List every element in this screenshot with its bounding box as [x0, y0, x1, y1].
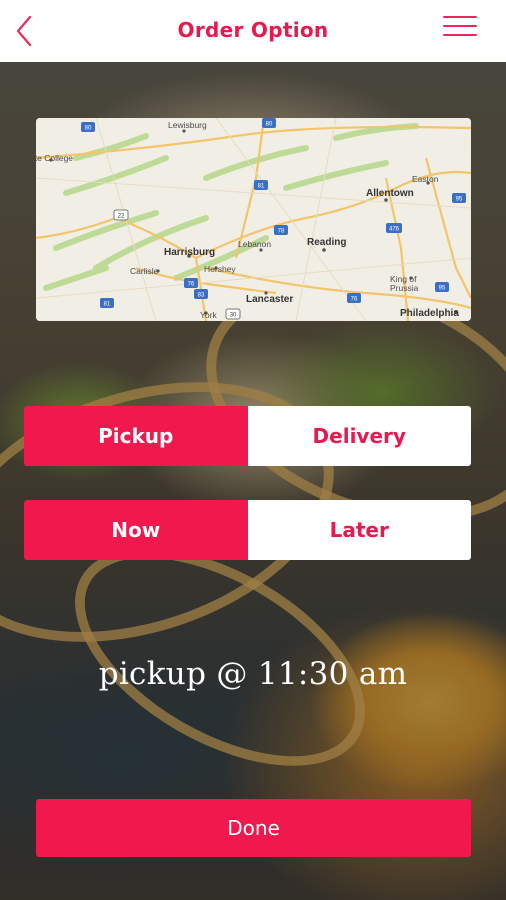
svg-text:76: 76: [351, 297, 358, 303]
svg-text:476: 476: [389, 227, 400, 233]
map-label: King of Prussia: [390, 274, 419, 293]
svg-text:81: 81: [258, 184, 265, 190]
map-label: Carlisle: [130, 266, 159, 276]
svg-text:80: 80: [85, 126, 92, 132]
map-label: Lewisburg: [168, 120, 207, 130]
now-option[interactable]: Now: [24, 500, 248, 560]
location-map[interactable]: 80 80 81 22 78 476 76 81 83 76 30 95 95: [36, 118, 471, 321]
delivery-option[interactable]: Delivery: [247, 406, 471, 466]
order-type-toggle: Pickup Delivery: [24, 406, 471, 466]
map-label: State College: [36, 153, 74, 163]
map-label: Harrisburg: [164, 247, 216, 258]
pickup-option[interactable]: Pickup: [24, 406, 248, 466]
svg-text:83: 83: [198, 293, 205, 299]
top-bar: Order Option: [0, 0, 506, 62]
page-title: Order Option: [177, 18, 329, 42]
svg-text:76: 76: [188, 282, 195, 288]
map-label: Hershey: [204, 264, 236, 274]
map-label: Lebanon: [238, 239, 272, 249]
later-option[interactable]: Later: [247, 500, 471, 560]
svg-text:78: 78: [278, 229, 285, 235]
svg-text:80: 80: [266, 122, 273, 128]
map-label: Reading: [307, 237, 347, 248]
map-label: Allentown: [366, 188, 414, 199]
hamburger-menu-icon: [443, 16, 477, 18]
map-label: York: [200, 310, 217, 320]
svg-text:95: 95: [456, 197, 463, 203]
map-label: Philadelphia: [400, 308, 459, 319]
map-label: Easton: [412, 174, 439, 184]
svg-text:81: 81: [104, 302, 111, 308]
svg-text:95: 95: [439, 286, 446, 292]
map-label: Lancaster: [246, 294, 294, 305]
done-button[interactable]: Done: [36, 799, 471, 857]
order-timing-toggle: Now Later: [24, 500, 471, 560]
svg-text:22: 22: [118, 214, 125, 220]
screen: Order Option 80 80 81 22 78 476 76 81 83…: [0, 0, 506, 900]
menu-button[interactable]: [443, 14, 477, 40]
pickup-time-text: pickup @ 11:30 am: [98, 656, 408, 692]
svg-text:30: 30: [230, 313, 237, 319]
